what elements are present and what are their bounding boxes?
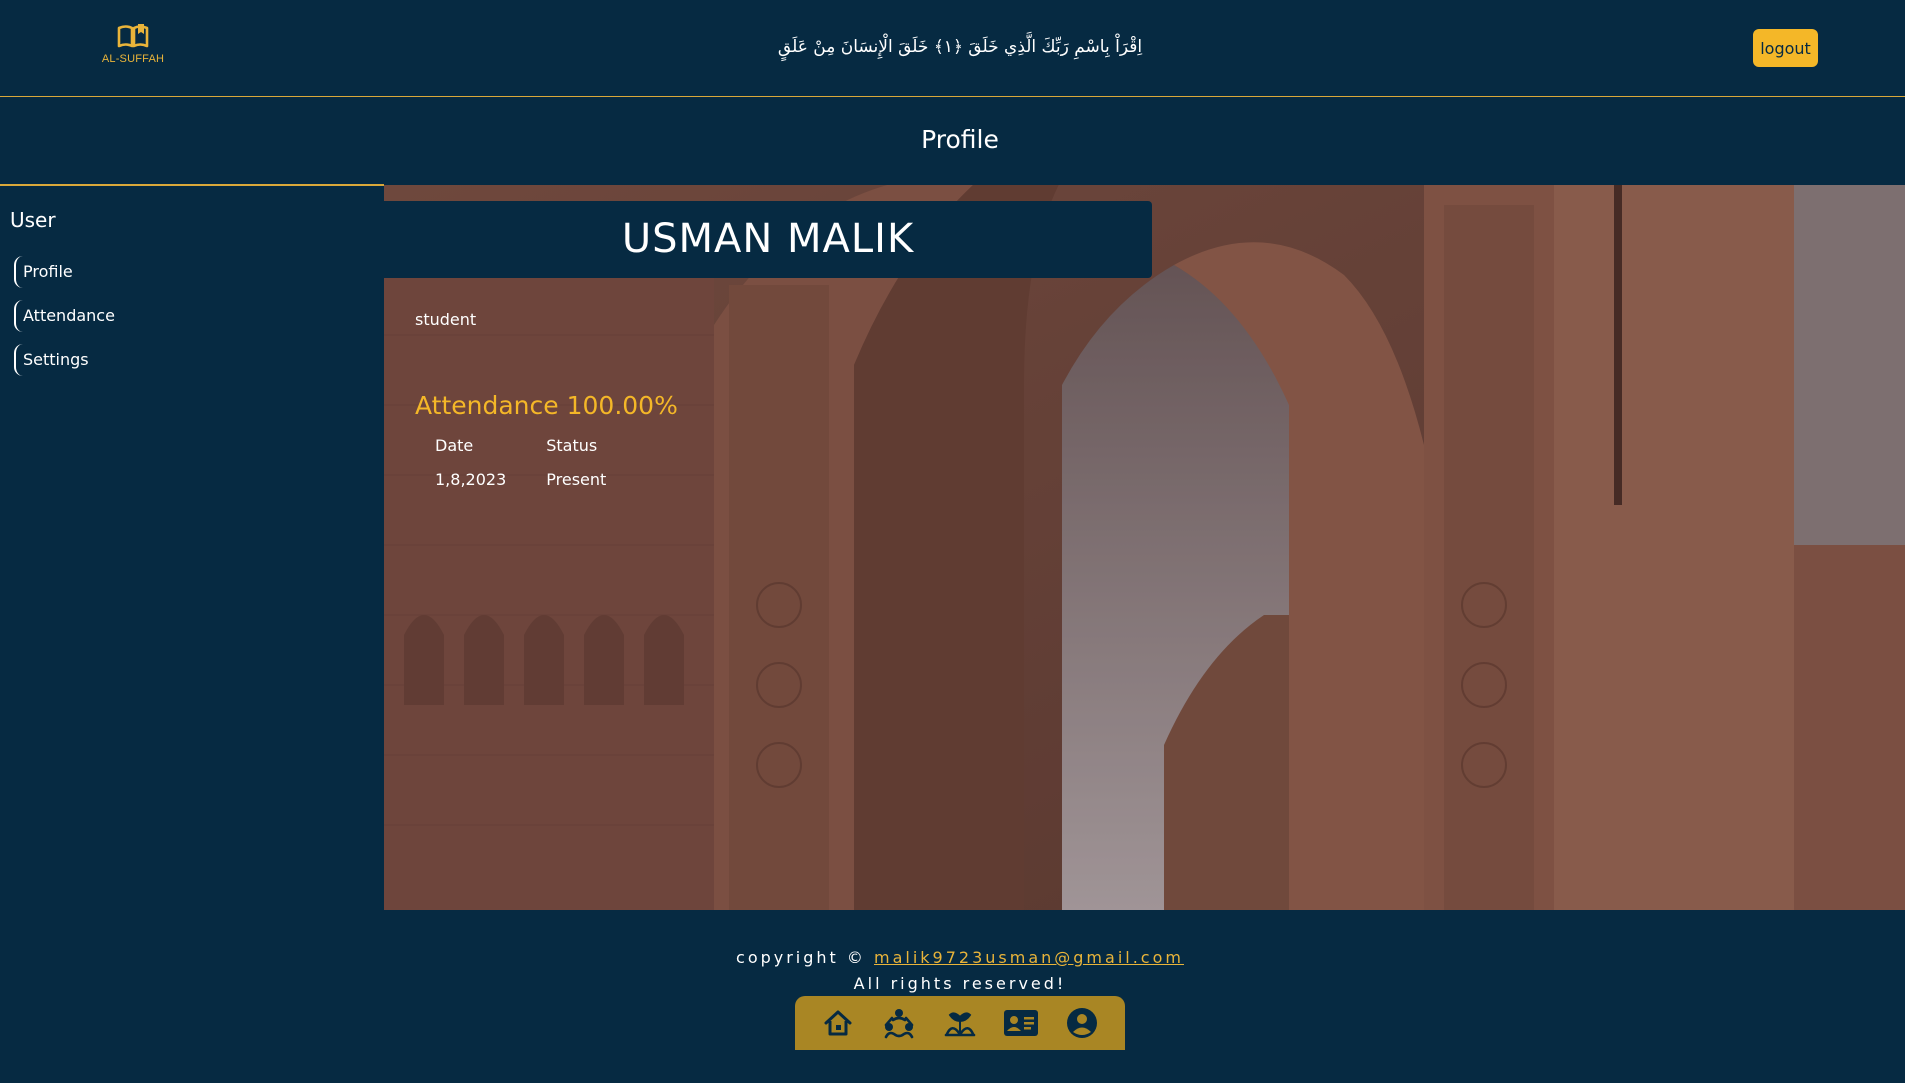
user-circle-icon <box>1067 1008 1097 1038</box>
footer-rights: All rights reserved! <box>853 974 1067 993</box>
sidebar-item-attendance[interactable]: Attendance <box>14 300 115 332</box>
table-header-row: Date Status <box>435 428 646 462</box>
column-header-date: Date <box>435 435 474 455</box>
mosque-background-image <box>384 185 1905 910</box>
attendance-date-cell: 1,8,2023 <box>435 469 507 489</box>
attendance-status-cell: Present <box>546 469 607 489</box>
email-link[interactable]: malik9723usman@gmail.com <box>874 948 1184 967</box>
sidebar-heading: User <box>10 208 56 232</box>
plant-icon <box>944 1012 976 1037</box>
footer-copyright: copyright © malik9723usman@gmail.com <box>0 948 1905 967</box>
column-header-status: Status <box>546 435 598 455</box>
open-book-icon <box>117 24 149 48</box>
bottom-nav-bar <box>795 996 1125 1050</box>
home-icon <box>824 1010 852 1036</box>
page-title: Profile <box>921 125 999 154</box>
contact-card-icon <box>1004 1010 1038 1036</box>
nav-plant-button[interactable] <box>942 1005 978 1041</box>
profile-name: USMAN MALIK <box>384 201 1152 278</box>
logo-text: AL-SUFFAH <box>101 53 165 65</box>
nav-home-button[interactable] <box>820 1005 856 1041</box>
nav-community-button[interactable] <box>881 1005 917 1041</box>
top-header: AL-SUFFAH اِقْرَاْ بِاسْمِ رَبِّكَ الَّذ… <box>0 0 1905 97</box>
sidebar: User Profile Attendance Settings <box>0 184 384 911</box>
nav-profile-button[interactable] <box>1064 1005 1100 1041</box>
sidebar-item-profile[interactable]: Profile <box>14 256 73 288</box>
attendance-table: Date Status 1,8,2023 Present <box>435 428 646 496</box>
copyright-text: copyright © <box>736 948 866 967</box>
header-verse: اِقْرَاْ بِاسْمِ رَبِّكَ الَّذِي خَلَقَ … <box>777 37 1143 57</box>
nav-contact-button[interactable] <box>1003 1005 1039 1041</box>
profile-role: student <box>415 310 477 329</box>
table-row: 1,8,2023 Present <box>435 462 646 496</box>
profile-panel: USMAN MALIK student Attendance 100.00% D… <box>384 185 1905 910</box>
attendance-percentage: Attendance 100.00% <box>415 391 678 420</box>
site-logo[interactable]: AL-SUFFAH <box>100 22 166 65</box>
community-icon <box>884 1009 914 1039</box>
logout-button[interactable]: logout <box>1753 29 1818 67</box>
sidebar-item-settings[interactable]: Settings <box>14 344 89 376</box>
